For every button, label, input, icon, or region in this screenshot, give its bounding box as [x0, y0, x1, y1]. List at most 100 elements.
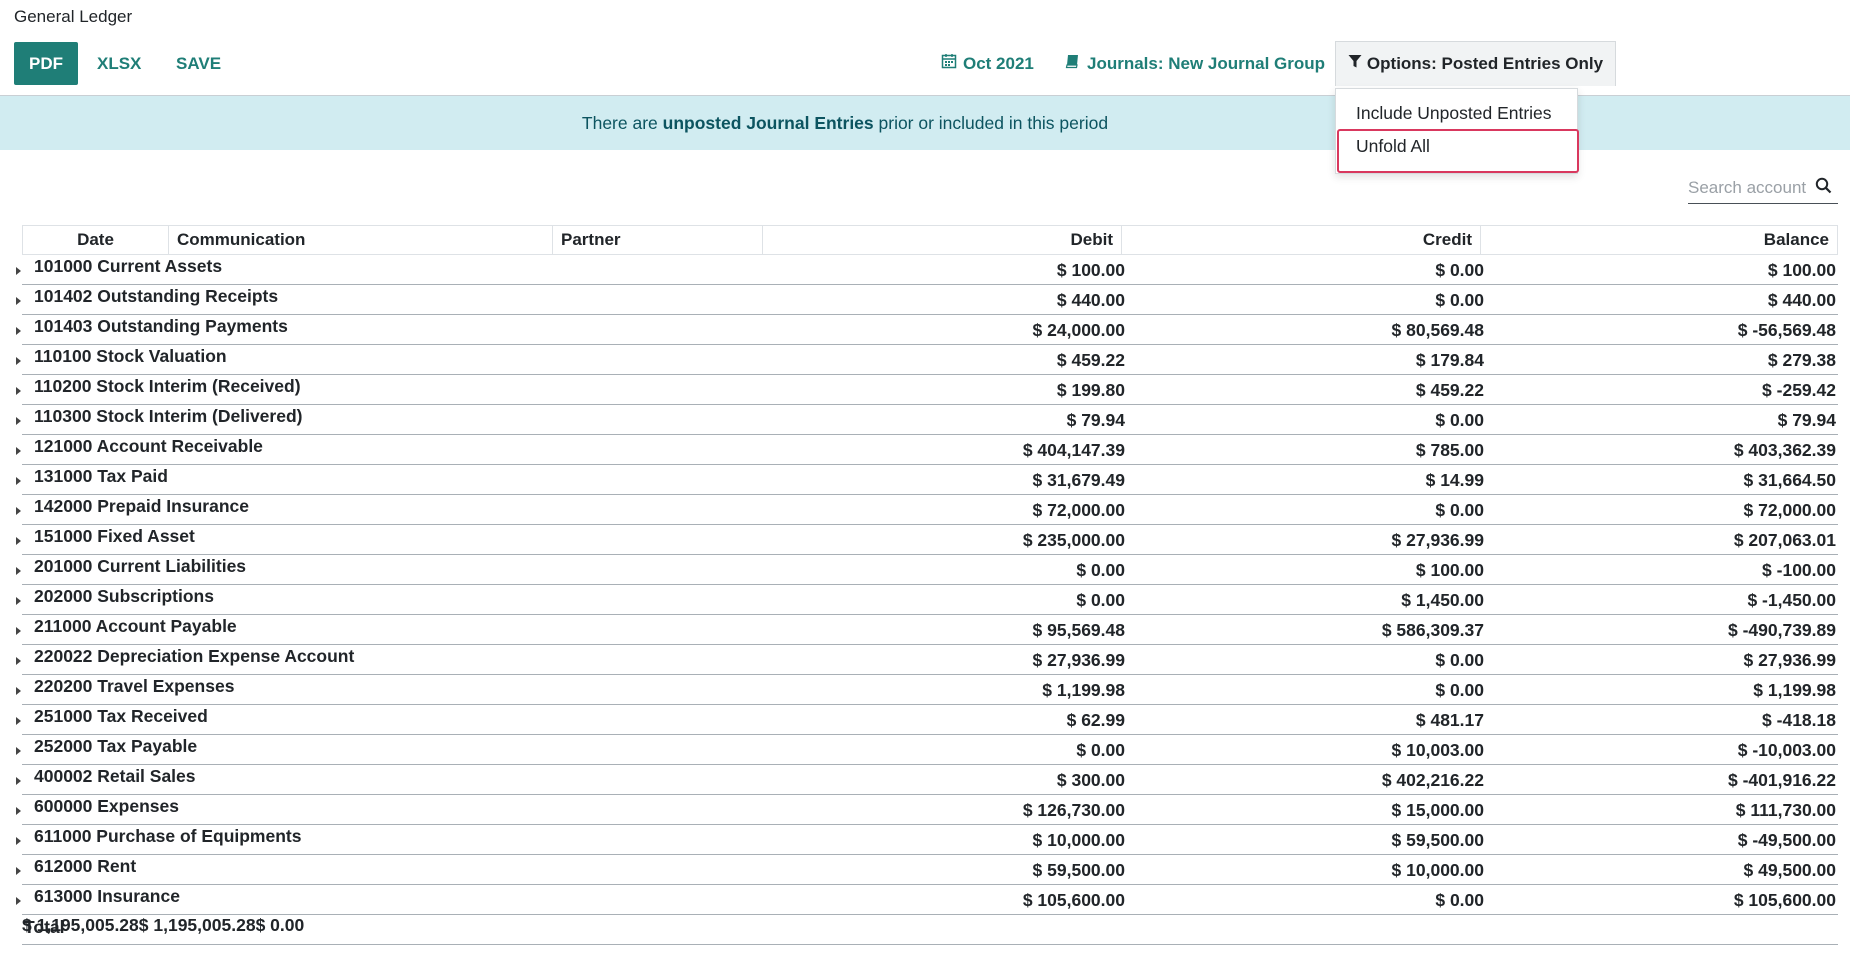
- table-row[interactable]: 220200 Travel Expenses $ 1,199.98 $ 0.00 $ …: [16, 675, 1838, 705]
- page-title: General Ledger: [14, 7, 133, 26]
- table-row[interactable]: 220022 Depreciation Expense Account $ 27,…: [16, 645, 1838, 675]
- balance-cell: $ 207,063.01: [1733, 529, 1836, 550]
- expand-caret-icon[interactable]: [16, 747, 21, 755]
- credit-cell: $ 0.00: [1435, 649, 1484, 670]
- balance-cell: $ -10,003.00: [1737, 739, 1836, 760]
- table-row[interactable]: 142000 Prepaid Insurance $ 72,000.00 $ 0.0…: [16, 495, 1838, 525]
- expand-caret-icon[interactable]: [16, 627, 21, 635]
- table-row[interactable]: 201000 Current Liabilities $ 0.00 $ 100.00…: [16, 555, 1838, 585]
- table-row[interactable]: 400002 Retail Sales $ 300.00 $ 402,216.22 $…: [16, 765, 1838, 795]
- expand-caret-icon[interactable]: [16, 717, 21, 725]
- table-row[interactable]: 612000 Rent $ 59,500.00 $ 10,000.00 $ 49,50…: [16, 855, 1838, 885]
- total-credit: $ 1,195,005.28: [138, 915, 256, 935]
- expand-caret-icon[interactable]: [16, 687, 21, 695]
- account-name[interactable]: 101000 Current Assets: [34, 255, 222, 277]
- account-name[interactable]: 400002 Retail Sales: [34, 765, 196, 787]
- account-name[interactable]: 110300 Stock Interim (Delivered): [34, 405, 302, 427]
- expand-caret-icon[interactable]: [16, 837, 21, 845]
- account-name[interactable]: 211000 Account Payable: [34, 615, 237, 637]
- alert-suffix: prior or included in this period: [873, 112, 1109, 133]
- expand-caret-icon[interactable]: [16, 537, 21, 545]
- expand-caret-icon[interactable]: [16, 447, 21, 455]
- balance-cell: $ -100.00: [1762, 559, 1836, 580]
- account-name[interactable]: 151000 Fixed Asset: [34, 525, 195, 547]
- expand-caret-icon[interactable]: [16, 807, 21, 815]
- table-row[interactable]: 110300 Stock Interim (Delivered) $ 79.94 $…: [16, 405, 1838, 435]
- account-name[interactable]: 142000 Prepaid Insurance: [34, 495, 249, 517]
- save-button[interactable]: SAVE: [176, 42, 221, 85]
- account-name[interactable]: 612000 Rent: [34, 855, 136, 877]
- debit-cell: $ 0.00: [1076, 559, 1125, 580]
- total-row: Total $ 1,195,005.28$ 1,195,005.28$ 0.00: [22, 915, 1838, 945]
- book-icon: [1065, 53, 1081, 74]
- date-filter-label: Oct 2021: [963, 53, 1034, 73]
- journals-filter-label: Journals: New Journal Group: [1087, 53, 1326, 73]
- expand-caret-icon[interactable]: [16, 297, 21, 305]
- expand-caret-icon[interactable]: [16, 597, 21, 605]
- expand-caret-icon[interactable]: [16, 657, 21, 665]
- table-row[interactable]: 131000 Tax Paid $ 31,679.49 $ 14.99 $ 31,66…: [16, 465, 1838, 495]
- table-header: Date Communication Partner Debit Credit …: [22, 225, 1838, 255]
- table-row[interactable]: 101000 Current Assets $ 100.00 $ 0.00 $ 100…: [16, 255, 1838, 285]
- table-row[interactable]: 101402 Outstanding Receipts $ 440.00 $ 0.0…: [16, 285, 1838, 315]
- table-row[interactable]: 611000 Purchase of Equipments $ 10,000.00…: [16, 825, 1838, 855]
- expand-caret-icon[interactable]: [16, 417, 21, 425]
- account-name[interactable]: 252000 Tax Payable: [34, 735, 197, 757]
- journals-filter-button[interactable]: Journals: New Journal Group: [1065, 42, 1325, 85]
- column-header-date: Date: [23, 226, 169, 254]
- table-row[interactable]: 110200 Stock Interim (Received) $ 199.80 $…: [16, 375, 1838, 405]
- account-name[interactable]: 220022 Depreciation Expense Account: [34, 645, 354, 667]
- general-ledger-page: General Ledger PDF XLSX SAVE Oct 2021 Jo…: [0, 0, 1850, 960]
- expand-caret-icon[interactable]: [16, 777, 21, 785]
- debit-cell: $ 72,000.00: [1032, 499, 1125, 520]
- options-filter-label: Options: Posted Entries Only: [1366, 54, 1604, 73]
- search-icon[interactable]: [1815, 177, 1832, 199]
- table-row[interactable]: 202000 Subscriptions $ 0.00 $ 1,450.00 $ -1…: [16, 585, 1838, 615]
- expand-caret-icon[interactable]: [16, 357, 21, 365]
- table-row[interactable]: 110100 Stock Valuation $ 459.22 $ 179.84 $ …: [16, 345, 1838, 375]
- dropdown-item-unfold-all[interactable]: Unfold All: [1336, 131, 1577, 161]
- account-name[interactable]: 101403 Outstanding Payments: [34, 315, 288, 337]
- expand-caret-icon[interactable]: [16, 387, 21, 395]
- xlsx-button[interactable]: XLSX: [97, 42, 141, 85]
- table-row[interactable]: 211000 Account Payable $ 95,569.48 $ 586,3…: [16, 615, 1838, 645]
- expand-caret-icon[interactable]: [16, 897, 21, 905]
- account-name[interactable]: 613000 Insurance: [34, 885, 180, 907]
- expand-caret-icon[interactable]: [16, 867, 21, 875]
- credit-cell: $ 10,000.00: [1391, 859, 1484, 880]
- table-row[interactable]: 252000 Tax Payable $ 0.00 $ 10,003.00 $ -10…: [16, 735, 1838, 765]
- table-row[interactable]: 151000 Fixed Asset $ 235,000.00 $ 27,936.9…: [16, 525, 1838, 555]
- account-name[interactable]: 110100 Stock Valuation: [34, 345, 227, 367]
- account-name[interactable]: 201000 Current Liabilities: [34, 555, 246, 577]
- account-name[interactable]: 202000 Subscriptions: [34, 585, 214, 607]
- expand-caret-icon[interactable]: [16, 567, 21, 575]
- table-row[interactable]: 251000 Tax Received $ 62.99 $ 481.17 $ -418…: [16, 705, 1838, 735]
- account-name[interactable]: 600000 Expenses: [34, 795, 179, 817]
- balance-cell: $ 31,664.50: [1743, 469, 1836, 490]
- table-row[interactable]: 121000 Account Receivable $ 404,147.39 $ 7…: [16, 435, 1838, 465]
- expand-caret-icon[interactable]: [16, 327, 21, 335]
- table-row[interactable]: 101403 Outstanding Payments $ 24,000.00 $ …: [16, 315, 1838, 345]
- account-name[interactable]: 220200 Travel Expenses: [34, 675, 234, 697]
- expand-caret-icon[interactable]: [16, 507, 21, 515]
- options-filter-button[interactable]: Options: Posted Entries Only: [1335, 41, 1616, 86]
- expand-caret-icon[interactable]: [16, 477, 21, 485]
- dropdown-item-include-unposted[interactable]: Include Unposted Entries: [1336, 98, 1577, 128]
- pdf-button[interactable]: PDF: [14, 42, 78, 85]
- alert-strong-text[interactable]: unposted Journal Entries: [663, 113, 874, 133]
- table-row[interactable]: 613000 Insurance $ 105,600.00 $ 0.00 $ 105,…: [16, 885, 1838, 915]
- account-name[interactable]: 110200 Stock Interim (Received): [34, 375, 301, 397]
- table-row[interactable]: 600000 Expenses $ 126,730.00 $ 15,000.00 $ …: [16, 795, 1838, 825]
- account-name[interactable]: 101402 Outstanding Receipts: [34, 285, 278, 307]
- expand-caret-icon[interactable]: [16, 267, 21, 275]
- credit-cell: $ 14.99: [1425, 469, 1484, 490]
- credit-cell: $ 0.00: [1435, 499, 1484, 520]
- account-name[interactable]: 121000 Account Receivable: [34, 435, 263, 457]
- account-name[interactable]: 611000 Purchase of Equipments: [34, 825, 301, 847]
- general-ledger-table: Date Communication Partner Debit Credit …: [16, 225, 1838, 945]
- balance-cell: $ -401,916.22: [1727, 769, 1836, 790]
- account-name[interactable]: 131000 Tax Paid: [34, 465, 168, 487]
- date-filter-button[interactable]: Oct 2021: [941, 42, 1034, 85]
- account-name[interactable]: 251000 Tax Received: [34, 705, 208, 727]
- search-input[interactable]: [1688, 173, 1810, 202]
